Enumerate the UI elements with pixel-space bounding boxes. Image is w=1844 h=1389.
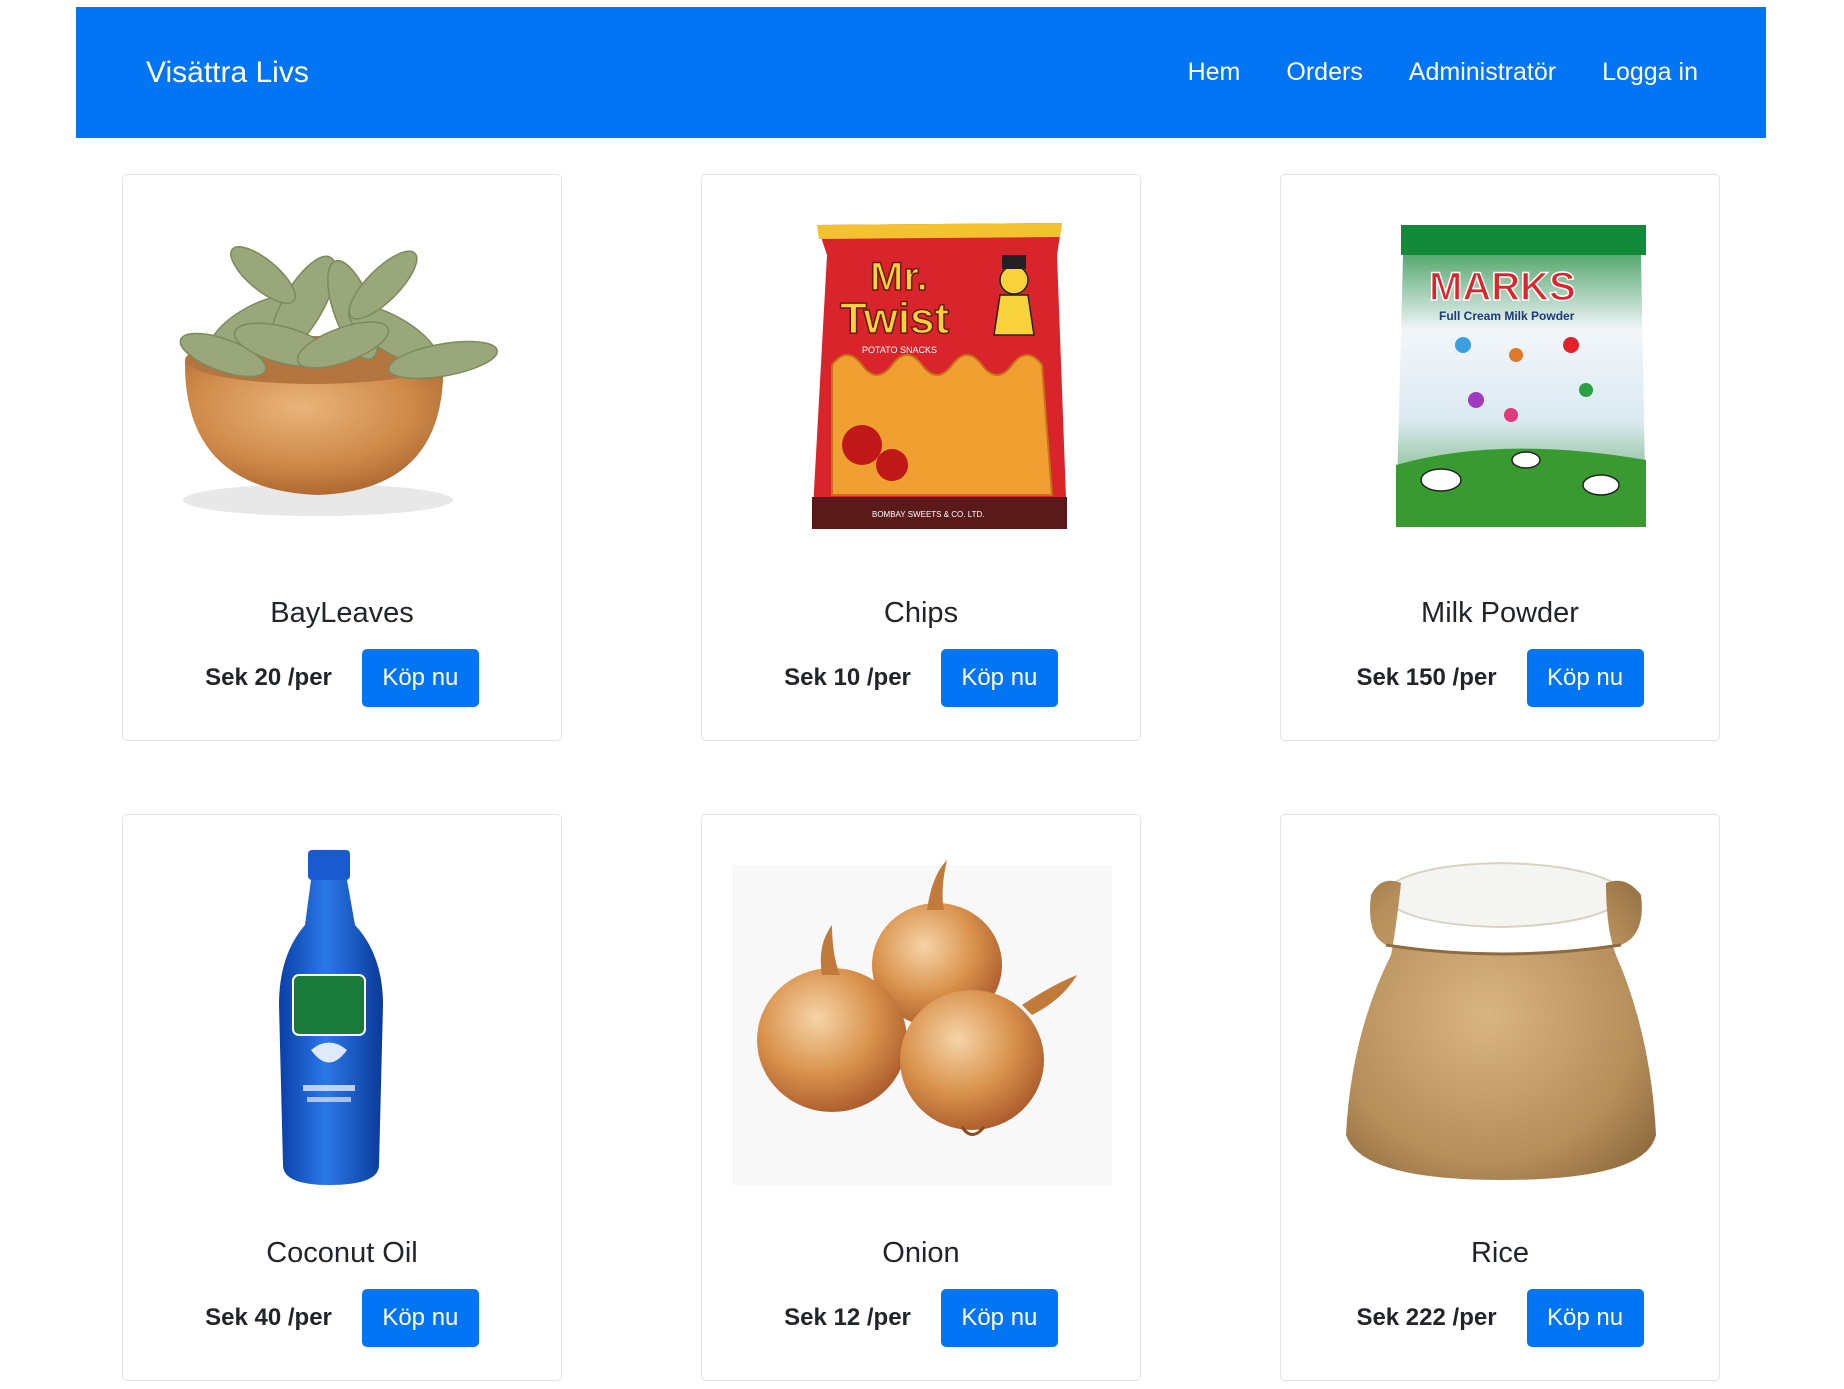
chips-bag-image: Mr. Twist POTATO SNACKS BOMBAY SWEETS & …: [812, 223, 1067, 529]
product-name: Milk Powder: [1421, 597, 1579, 629]
chips-maker-text: BOMBAY SWEETS & CO. LTD.: [872, 510, 984, 519]
card-footer: Sek 12 /per Köp nu: [702, 1289, 1140, 1347]
milk-powder-pack-image: MARKS Full Cream Milk Powder: [1396, 225, 1646, 527]
nav-link-administrator[interactable]: Administratör: [1409, 58, 1556, 87]
product-price: Sek 12 /per: [784, 1304, 911, 1331]
buy-button-bayleaves[interactable]: Köp nu: [361, 649, 479, 707]
product-card-chips: Mr. Twist POTATO SNACKS BOMBAY SWEETS & …: [701, 174, 1141, 741]
chips-logo-text: Mr.: [870, 255, 928, 299]
product-image-chips: Mr. Twist POTATO SNACKS BOMBAY SWEETS & …: [722, 195, 1122, 575]
coconut-oil-bottle-image: [279, 850, 383, 1185]
product-name: Rice: [1470, 1237, 1529, 1269]
nav-link-orders[interactable]: Orders: [1286, 58, 1362, 87]
onions-image: [732, 860, 1112, 1185]
card-footer: Sek 40 /per Köp nu: [123, 1289, 561, 1347]
product-card-coconut-oil: Coconut Oil Sek 40 /per Köp nu: [122, 814, 562, 1381]
product-price: Sek 222 /per: [1356, 1304, 1497, 1331]
buy-button-milk-powder[interactable]: Köp nu: [1526, 649, 1644, 707]
buy-button-chips[interactable]: Köp nu: [940, 649, 1058, 707]
card-footer: Sek 20 /per Köp nu: [123, 649, 561, 707]
chips-logo-text-2: Twist: [840, 294, 950, 343]
rice-sack-image: [1346, 861, 1656, 1180]
product-image-coconut-oil: [143, 835, 543, 1215]
bay-leaves-bowl-image: [179, 246, 498, 516]
product-price: Sek 150 /per: [1356, 664, 1497, 691]
product-image-rice: [1301, 835, 1701, 1215]
product-image-onion: [722, 835, 1122, 1215]
buy-button-rice[interactable]: Köp nu: [1526, 1289, 1644, 1347]
product-name: BayLeaves: [270, 597, 414, 629]
product-card-bayleaves: BayLeaves Sek 20 /per Köp nu: [122, 174, 562, 741]
product-name: Coconut Oil: [266, 1237, 418, 1269]
product-card-rice: Rice Sek 222 /per Köp nu: [1280, 814, 1720, 1381]
nav-links: Hem Orders Administratör Logga in: [1188, 58, 1698, 87]
buy-button-onion[interactable]: Köp nu: [940, 1289, 1058, 1347]
product-price: Sek 20 /per: [205, 664, 332, 691]
card-footer: Sek 150 /per Köp nu: [1281, 649, 1719, 707]
nav-link-hem[interactable]: Hem: [1188, 58, 1241, 87]
product-image-milk-powder: MARKS Full Cream Milk Powder: [1301, 195, 1701, 575]
top-navbar: Visättra Livs Hem Orders Administratör L…: [76, 7, 1766, 138]
card-footer: Sek 222 /per Köp nu: [1281, 1289, 1719, 1347]
product-card-milk-powder: MARKS Full Cream Milk Powder Milk Powder…: [1280, 174, 1720, 741]
product-grid: BayLeaves Sek 20 /per Köp nu Mr. Twist P…: [122, 174, 1720, 1381]
product-name: Chips: [883, 597, 959, 629]
product-price: Sek 10 /per: [784, 664, 911, 691]
product-price: Sek 40 /per: [205, 1304, 332, 1331]
product-card-onion: Onion Sek 12 /per Köp nu: [701, 814, 1141, 1381]
chips-sub-text: POTATO SNACKS: [862, 345, 937, 355]
milk-sub-text: Full Cream Milk Powder: [1439, 309, 1575, 323]
product-image-bayleaves: [143, 195, 543, 575]
milk-brand-text: MARKS: [1429, 265, 1576, 309]
product-name: Onion: [882, 1237, 960, 1269]
nav-link-login[interactable]: Logga in: [1602, 58, 1698, 87]
card-footer: Sek 10 /per Köp nu: [702, 649, 1140, 707]
buy-button-coconut-oil[interactable]: Köp nu: [361, 1289, 479, 1347]
brand-link[interactable]: Visättra Livs: [146, 56, 309, 90]
